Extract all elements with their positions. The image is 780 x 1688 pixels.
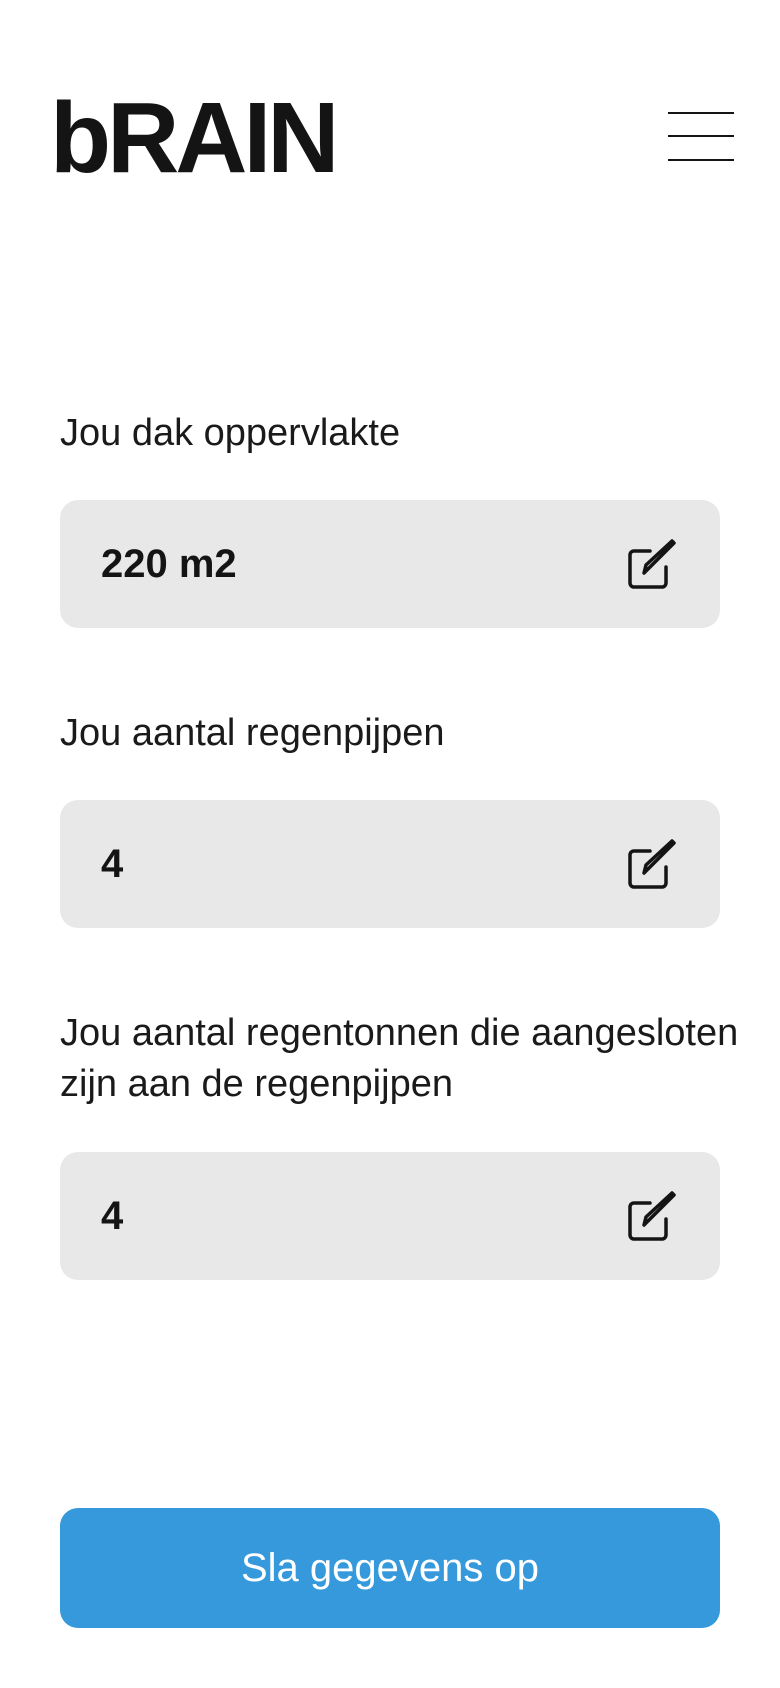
downspout-count-field[interactable]: 4 (60, 800, 720, 928)
edit-icon[interactable] (624, 1191, 676, 1243)
menu-line (668, 135, 734, 137)
edit-icon[interactable] (624, 839, 676, 891)
edit-icon[interactable] (624, 539, 676, 591)
menu-line (668, 112, 734, 114)
menu-line (668, 159, 734, 161)
rain-barrel-count-label: Jou aantal regentonnen die aangesloten z… (60, 1012, 739, 1105)
roof-area-label: Jou dak oppervlakte (60, 412, 401, 454)
hamburger-menu-button[interactable] (664, 104, 734, 164)
downspout-count-value: 4 (101, 842, 124, 886)
app-logo: bRAIN (50, 82, 340, 194)
save-data-button[interactable]: Sla gegevens op (60, 1508, 720, 1628)
downspout-count-label: Jou aantal regenpijpen (60, 712, 445, 754)
roof-area-value: 220 m2 (101, 542, 237, 586)
roof-area-field[interactable]: 220 m2 (60, 500, 720, 628)
rain-barrel-count-field[interactable]: 4 (60, 1152, 720, 1280)
rain-barrel-count-value: 4 (101, 1194, 124, 1238)
